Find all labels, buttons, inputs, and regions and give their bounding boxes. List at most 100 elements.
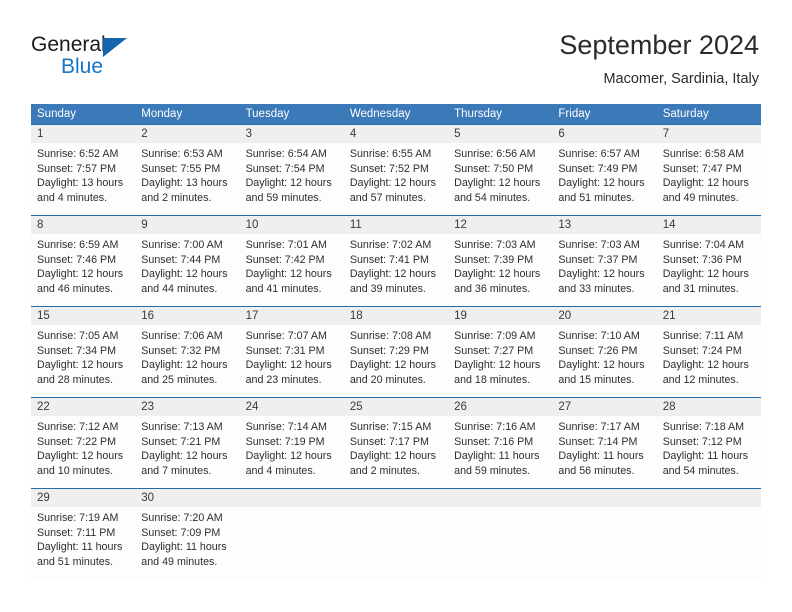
sunrise-text: Sunrise: 6:57 AM xyxy=(558,148,640,160)
day-details: Sunrise: 7:10 AM Sunset: 7:26 PM Dayligh… xyxy=(552,325,656,387)
day-number: 2 xyxy=(141,128,148,140)
daylight-text-line2: and 49 minutes. xyxy=(662,191,739,204)
daylight-text-line2: and 23 minutes. xyxy=(245,373,322,386)
sunset-text: Sunset: 7:11 PM xyxy=(37,526,116,539)
day-cell[interactable]: 6 Sunrise: 6:57 AM Sunset: 7:49 PM Dayli… xyxy=(552,125,657,215)
day-cell[interactable]: 24 Sunrise: 7:14 AM Sunset: 7:19 PM Dayl… xyxy=(239,398,344,488)
sunset-text: Sunset: 7:22 PM xyxy=(37,435,117,448)
day-number: 19 xyxy=(454,310,467,322)
daynum-band xyxy=(656,489,761,507)
day-cell[interactable]: 4 Sunrise: 6:55 AM Sunset: 7:52 PM Dayli… xyxy=(343,125,449,215)
daylight-text-line1: Daylight: 12 hours xyxy=(37,359,124,371)
title-block: September 2024 Macomer, Sardinia, Italy xyxy=(559,28,759,90)
day-number: 5 xyxy=(454,128,461,140)
day-cell[interactable]: 7 Sunrise: 6:58 AM Sunset: 7:47 PM Dayli… xyxy=(656,125,761,215)
day-details: Sunrise: 7:08 AM Sunset: 7:29 PM Dayligh… xyxy=(344,325,448,387)
sunset-text: Sunset: 7:32 PM xyxy=(141,344,221,357)
weekday-header-tuesday: Tuesday xyxy=(245,108,290,120)
day-details: Sunrise: 7:02 AM Sunset: 7:41 PM Dayligh… xyxy=(344,234,448,296)
sunset-text: Sunset: 7:44 PM xyxy=(141,253,221,266)
daylight-text-line1: Daylight: 12 hours xyxy=(662,359,749,371)
day-details: Sunrise: 6:54 AM Sunset: 7:54 PM Dayligh… xyxy=(240,143,344,205)
sunrise-text: Sunrise: 7:01 AM xyxy=(245,239,327,251)
day-cell[interactable]: 13 Sunrise: 7:03 AM Sunset: 7:37 PM Dayl… xyxy=(552,216,657,306)
sunset-text: Sunset: 7:17 PM xyxy=(349,435,429,448)
day-details: Sunrise: 7:09 AM Sunset: 7:27 PM Dayligh… xyxy=(448,325,552,387)
day-number: 8 xyxy=(37,219,44,231)
day-cell[interactable]: 22 Sunrise: 7:12 AM Sunset: 7:22 PM Dayl… xyxy=(31,398,136,488)
general-blue-logo[interactable]: General Blue xyxy=(31,33,221,83)
day-cell[interactable]: 29 Sunrise: 7:19 AM Sunset: 7:11 PM Dayl… xyxy=(31,489,136,581)
day-cell[interactable]: 15 Sunrise: 7:05 AM Sunset: 7:34 PM Dayl… xyxy=(31,307,136,397)
day-cell[interactable]: 8 Sunrise: 6:59 AM Sunset: 7:46 PM Dayli… xyxy=(31,216,136,306)
daylight-text-line2: and 51 minutes. xyxy=(558,191,635,204)
day-details: Sunrise: 7:11 AM Sunset: 7:24 PM Dayligh… xyxy=(657,325,761,387)
sunset-text: Sunset: 7:41 PM xyxy=(349,253,429,266)
day-cell[interactable]: 16 Sunrise: 7:06 AM Sunset: 7:32 PM Dayl… xyxy=(135,307,240,397)
sunrise-text: Sunrise: 7:13 AM xyxy=(141,421,223,433)
day-details: Sunrise: 7:01 AM Sunset: 7:42 PM Dayligh… xyxy=(240,234,344,296)
page-title: September 2024 xyxy=(559,30,759,60)
day-details: Sunrise: 7:18 AM Sunset: 7:12 PM Dayligh… xyxy=(657,416,761,478)
weekday-header-saturday: Saturday xyxy=(662,108,709,120)
daylight-text-line2: and 31 minutes. xyxy=(662,282,739,295)
daylight-text-line1: Daylight: 12 hours xyxy=(558,359,645,371)
day-cell[interactable]: 28 Sunrise: 7:18 AM Sunset: 7:12 PM Dayl… xyxy=(656,398,761,488)
day-cell[interactable]: 27 Sunrise: 7:17 AM Sunset: 7:14 PM Dayl… xyxy=(552,398,657,488)
day-cell[interactable]: 2 Sunrise: 6:53 AM Sunset: 7:55 PM Dayli… xyxy=(135,125,240,215)
sunrise-text: Sunrise: 7:03 AM xyxy=(558,239,640,251)
sunset-text: Sunset: 7:39 PM xyxy=(454,253,534,266)
day-cell[interactable]: 21 Sunrise: 7:11 AM Sunset: 7:24 PM Dayl… xyxy=(656,307,761,397)
weekday-header-monday: Monday xyxy=(141,108,183,120)
day-cell-empty xyxy=(656,489,761,581)
daylight-text-line1: Daylight: 13 hours xyxy=(141,177,228,189)
sunset-text: Sunset: 7:36 PM xyxy=(662,253,742,266)
day-cell[interactable]: 25 Sunrise: 7:15 AM Sunset: 7:17 PM Dayl… xyxy=(343,398,449,488)
day-number: 23 xyxy=(141,401,155,413)
day-number: 4 xyxy=(349,128,357,140)
day-number: 10 xyxy=(245,219,259,231)
day-cell[interactable]: 1 Sunrise: 6:52 AM Sunset: 7:57 PM Dayli… xyxy=(31,125,136,215)
day-cell[interactable]: 17 Sunrise: 7:07 AM Sunset: 7:31 PM Dayl… xyxy=(239,307,344,397)
day-cell[interactable]: 19 Sunrise: 7:09 AM Sunset: 7:27 PM Dayl… xyxy=(448,307,553,397)
day-cell[interactable]: 12 Sunrise: 7:03 AM Sunset: 7:39 PM Dayl… xyxy=(448,216,553,306)
day-cell[interactable]: 9 Sunrise: 7:00 AM Sunset: 7:44 PM Dayli… xyxy=(135,216,240,306)
logo-text-blue: Blue xyxy=(61,55,104,78)
day-details: Sunrise: 7:03 AM Sunset: 7:37 PM Dayligh… xyxy=(552,234,656,296)
day-number: 25 xyxy=(349,401,363,413)
day-number: 11 xyxy=(349,219,362,231)
sunrise-text: Sunrise: 6:53 AM xyxy=(141,148,223,160)
daylight-text-line1: Daylight: 12 hours xyxy=(141,450,228,462)
daylight-text-line2: and 4 minutes. xyxy=(245,464,316,477)
day-cell[interactable]: 18 Sunrise: 7:08 AM Sunset: 7:29 PM Dayl… xyxy=(343,307,449,397)
day-cell[interactable]: 5 Sunrise: 6:56 AM Sunset: 7:50 PM Dayli… xyxy=(448,125,553,215)
sunrise-text: Sunrise: 6:52 AM xyxy=(37,148,119,160)
day-cell[interactable]: 20 Sunrise: 7:10 AM Sunset: 7:26 PM Dayl… xyxy=(552,307,657,397)
sunrise-text: Sunrise: 7:14 AM xyxy=(245,421,327,433)
daylight-text-line2: and 39 minutes. xyxy=(349,282,426,295)
day-cell[interactable]: 11 Sunrise: 7:02 AM Sunset: 7:41 PM Dayl… xyxy=(343,216,449,306)
daynum-band xyxy=(135,125,240,143)
day-cell[interactable]: 3 Sunrise: 6:54 AM Sunset: 7:54 PM Dayli… xyxy=(239,125,344,215)
sunrise-text: Sunrise: 7:03 AM xyxy=(454,239,536,251)
daylight-text-line1: Daylight: 11 hours xyxy=(37,541,123,553)
sunset-text: Sunset: 7:37 PM xyxy=(558,253,638,266)
day-details: Sunrise: 7:04 AM Sunset: 7:36 PM Dayligh… xyxy=(657,234,761,296)
daylight-text-line1: Daylight: 11 hours xyxy=(141,541,227,553)
daylight-text-line2: and 59 minutes. xyxy=(454,464,531,477)
day-cell[interactable]: 30 Sunrise: 7:20 AM Sunset: 7:09 PM Dayl… xyxy=(135,489,240,581)
daylight-text-line1: Daylight: 12 hours xyxy=(349,177,436,189)
day-cell[interactable]: 14 Sunrise: 7:04 AM Sunset: 7:36 PM Dayl… xyxy=(656,216,761,306)
day-cell[interactable]: 23 Sunrise: 7:13 AM Sunset: 7:21 PM Dayl… xyxy=(135,398,240,488)
daylight-text-line1: Daylight: 12 hours xyxy=(558,268,645,280)
sunset-text: Sunset: 7:21 PM xyxy=(141,435,221,448)
day-cell[interactable]: 26 Sunrise: 7:16 AM Sunset: 7:16 PM Dayl… xyxy=(448,398,553,488)
sunrise-text: Sunrise: 7:15 AM xyxy=(349,421,432,433)
daylight-text-line1: Daylight: 12 hours xyxy=(141,268,228,280)
sunset-text: Sunset: 7:16 PM xyxy=(454,435,534,448)
daylight-text-line2: and 25 minutes. xyxy=(141,373,218,386)
sunset-text: Sunset: 7:29 PM xyxy=(349,344,429,357)
day-cell[interactable]: 10 Sunrise: 7:01 AM Sunset: 7:42 PM Dayl… xyxy=(239,216,344,306)
calendar-page: General Blue September 2024 Macomer, Sar… xyxy=(0,0,792,612)
sunset-text: Sunset: 7:46 PM xyxy=(37,253,117,266)
